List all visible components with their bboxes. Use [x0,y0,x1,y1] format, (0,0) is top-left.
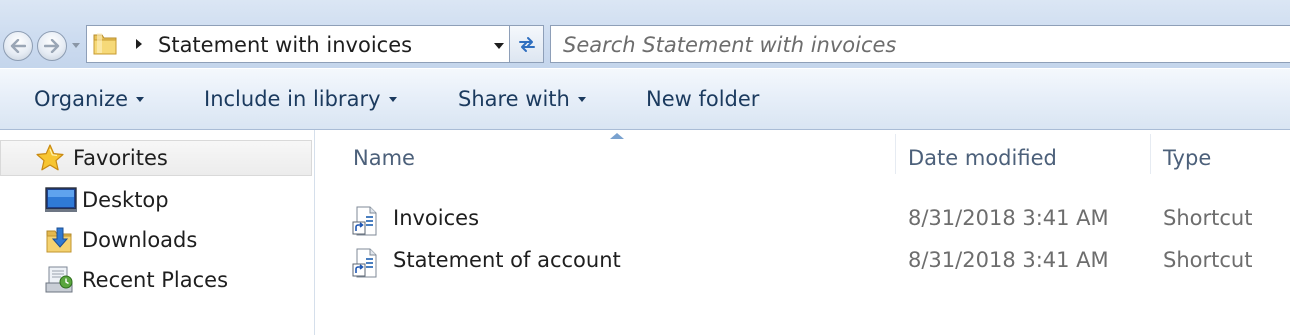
address-history-dropdown-icon[interactable] [493,42,505,50]
file-name: Statement of account [393,248,621,272]
column-header-name[interactable]: Name [353,143,415,179]
chevron-down-icon [577,96,586,102]
search-box[interactable] [550,25,1290,63]
include-in-library-button[interactable]: Include in library [204,85,397,113]
breadcrumb-folder[interactable]: Statement with invoices [158,32,412,58]
command-bar: Organize Include in library Share with N… [0,68,1290,130]
nav-label-recent-places: Recent Places [82,268,229,292]
sort-ascending-icon [610,133,624,139]
shortcut-icon [352,248,377,278]
column-header-date-modified[interactable]: Date modified [908,143,1057,179]
desktop-icon [45,187,77,212]
column-divider[interactable] [1150,134,1151,174]
file-name: Invoices [393,206,480,230]
back-arrow-icon [10,39,26,53]
file-list: Name Date modified Type Invoices 8/31/20… [316,130,1290,335]
share-with-button[interactable]: Share with [458,85,586,113]
nav-item-favorites[interactable]: Favorites [0,140,312,176]
column-header-type[interactable]: Type [1163,143,1211,179]
new-folder-button[interactable]: New folder [646,85,759,113]
nav-label-desktop: Desktop [82,188,169,212]
chevron-down-icon [136,96,145,102]
nav-label-downloads: Downloads [82,228,198,252]
star-icon [36,144,64,171]
nav-item-desktop[interactable]: Desktop [0,182,312,218]
nav-item-recent-places[interactable]: Recent Places [0,262,312,298]
refresh-icon [518,37,535,52]
forward-button[interactable] [37,31,67,61]
breadcrumb-separator-icon[interactable] [135,38,143,50]
recent-places-icon [45,266,73,293]
navigation-bar: Statement with invoices [0,0,1290,68]
address-bar[interactable]: Statement with invoices [86,25,510,63]
organize-label: Organize [34,87,129,111]
file-type: Shortcut [1163,206,1253,230]
include-in-library-label: Include in library [204,87,381,111]
search-input[interactable] [561,30,1265,60]
new-folder-label: New folder [646,87,760,111]
file-date-modified: 8/31/2018 3:41 AM [908,248,1109,272]
downloads-folder-icon [46,227,72,253]
nav-label-favorites: Favorites [73,146,168,170]
folder-icon [93,33,117,55]
file-date-modified: 8/31/2018 3:41 AM [908,206,1109,230]
column-divider[interactable] [895,134,896,174]
refresh-button[interactable] [510,25,544,63]
file-type: Shortcut [1163,248,1253,272]
file-row[interactable]: Statement of account 8/31/2018 3:41 AM S… [316,242,1290,282]
nav-item-downloads[interactable]: Downloads [0,222,312,258]
shortcut-icon [352,206,377,236]
forward-arrow-icon [44,39,60,53]
share-with-label: Share with [458,87,570,111]
recent-pages-dropdown-icon[interactable] [71,42,81,49]
organize-menu-button[interactable]: Organize [34,85,145,113]
chevron-down-icon [388,96,397,102]
back-button[interactable] [3,31,33,61]
navigation-pane: Favorites Desktop Downloads Recent Place… [0,130,315,335]
file-row[interactable]: Invoices 8/31/2018 3:41 AM Shortcut [316,200,1290,240]
